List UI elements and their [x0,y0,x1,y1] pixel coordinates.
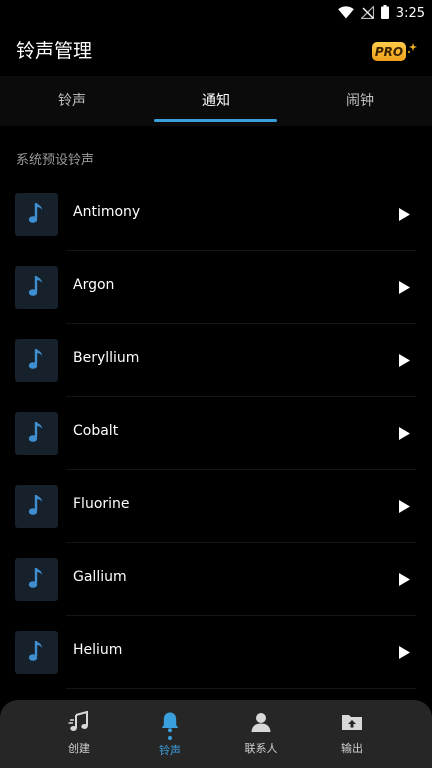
nav-label: 联系人 [244,742,278,755]
music-note-icon [28,347,46,375]
list-item[interactable]: Argon [0,251,432,324]
ringtone-name: Beryllium [73,350,140,366]
bell-icon [158,710,182,734]
active-dot [168,736,172,740]
list-item[interactable]: Beryllium [0,324,432,397]
divider [66,688,416,689]
nav-ringtones[interactable]: 铃声 [140,710,200,762]
music-note-icon [28,420,46,448]
ringtone-name: Gallium [73,569,127,585]
nav-create[interactable]: 创建 [49,710,109,762]
play-icon[interactable] [397,644,411,660]
ringtone-name: Cobalt [73,423,119,439]
music-note-icon [28,274,46,302]
music-note-icon [28,639,46,667]
folder-upload-icon [340,710,364,734]
tab-bar: 铃声 通知 闹钟 [0,76,432,126]
tab-notifications[interactable]: 通知 [144,76,288,124]
status-icons: 3:25 [337,4,425,23]
list-item[interactable]: Antimony [0,178,432,251]
ringtone-thumbnail [15,339,58,382]
status-bar: 3:25 [0,0,432,26]
ringtone-name: Helium [73,642,123,658]
ringtone-name: Antimony [73,204,141,220]
section-title: 系统预设铃声 [16,153,95,168]
ringtone-name: Argon [73,277,115,293]
app-bar: 铃声管理 PRO [0,26,432,76]
list-item[interactable]: Cobalt [0,397,432,470]
play-icon[interactable] [397,425,411,441]
pro-label: PRO [372,42,406,61]
play-icon[interactable] [397,498,411,514]
list-item[interactable]: Fluorine [0,470,432,543]
music-note-icon [67,710,91,734]
tab-ringtones[interactable]: 铃声 [0,76,144,124]
play-icon[interactable] [397,206,411,222]
page-title: 铃声管理 [16,40,93,62]
ringtone-list: Antimony Argon Beryllium Cobalt Fluorine… [0,178,432,689]
list-item[interactable]: Gallium [0,543,432,616]
ringtone-thumbnail [15,558,58,601]
play-icon[interactable] [397,571,411,587]
app-screen: 3:25 铃声管理 PRO 铃声 通知 闹钟 系统预设铃声 Antimony A… [0,0,432,768]
ringtone-name: Fluorine [73,496,130,512]
nav-output[interactable]: 输出 [322,710,382,762]
ringtone-thumbnail [15,193,58,236]
bottom-nav: 创建 铃声 联系人 输出 [0,700,432,768]
tab-indicator [154,119,277,122]
play-icon[interactable] [397,352,411,368]
music-note-icon [28,493,46,521]
ringtone-thumbnail [15,266,58,309]
music-note-icon [28,566,46,594]
nav-label: 铃声 [159,744,181,757]
nav-label: 输出 [341,742,363,755]
battery-icon [380,4,389,23]
sparkle-icon [406,39,418,58]
ringtone-thumbnail [15,412,58,455]
ringtone-thumbnail [15,631,58,674]
tab-alarm[interactable]: 闹钟 [288,76,432,124]
nav-label: 创建 [68,742,90,755]
status-time: 3:25 [395,5,425,21]
pro-button[interactable]: PRO [372,39,418,65]
ringtone-thumbnail [15,485,58,528]
wifi-icon [337,4,354,23]
person-icon [249,710,273,734]
music-note-icon [28,201,46,229]
play-icon[interactable] [397,279,411,295]
list-item[interactable]: Helium [0,616,432,689]
no-signal-icon [359,4,374,23]
nav-contacts[interactable]: 联系人 [231,710,291,762]
